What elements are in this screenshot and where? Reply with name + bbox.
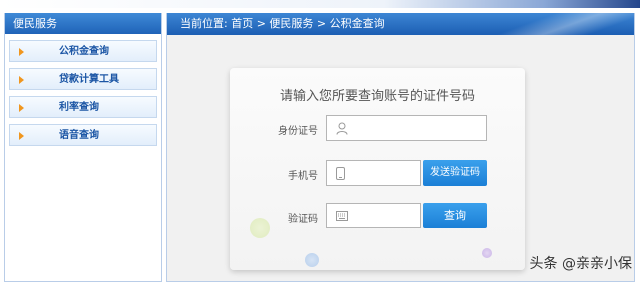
arrow-right-icon bbox=[19, 48, 24, 56]
mobile-phone-icon bbox=[336, 167, 345, 183]
arrow-right-icon bbox=[19, 132, 24, 140]
send-code-button[interactable]: 发送验证码 bbox=[423, 160, 487, 186]
verification-code-field[interactable] bbox=[326, 203, 421, 228]
user-icon bbox=[336, 122, 348, 138]
main-content: 当前位置: 首页 > 便民服务 > 公积金查询 请输入您所要查询账号的证件号码 … bbox=[166, 13, 635, 282]
phone-field[interactable] bbox=[326, 160, 421, 186]
sidebar: 便民服务 公积金查询 贷款计算工具 利率查询 语音查询 bbox=[4, 13, 162, 282]
header-decoration bbox=[464, 13, 634, 35]
sidebar-item-label: 公积金查询 bbox=[59, 46, 109, 57]
sidebar-item-interest-rate-query[interactable]: 利率查询 bbox=[9, 96, 157, 118]
sidebar-item-housing-fund-query[interactable]: 公积金查询 bbox=[9, 40, 157, 62]
form-title: 请输入您所要查询账号的证件号码 bbox=[279, 89, 475, 104]
id-number-field[interactable] bbox=[326, 115, 487, 141]
decorative-bubble bbox=[305, 253, 319, 267]
sidebar-item-label: 语音查询 bbox=[59, 130, 99, 141]
id-number-label: 身份证号 bbox=[278, 126, 318, 137]
phone-label: 手机号 bbox=[288, 171, 318, 182]
watermark-text: 头条 @亲亲小保 bbox=[529, 256, 632, 272]
sidebar-item-label: 利率查询 bbox=[59, 102, 99, 113]
arrow-right-icon bbox=[19, 76, 24, 84]
top-banner-strip bbox=[0, 0, 640, 8]
sidebar-item-voice-query[interactable]: 语音查询 bbox=[9, 124, 157, 146]
query-form-panel: 请输入您所要查询账号的证件号码 身份证号 手机号 发送验证码 验证码 查询 bbox=[230, 68, 525, 270]
breadcrumb-bar: 当前位置: 首页 > 便民服务 > 公积金查询 bbox=[167, 13, 634, 35]
query-button[interactable]: 查询 bbox=[423, 203, 487, 228]
decorative-bubble bbox=[482, 248, 492, 258]
verification-code-label: 验证码 bbox=[288, 214, 318, 225]
arrow-right-icon bbox=[19, 104, 24, 112]
sidebar-item-loan-calculator[interactable]: 贷款计算工具 bbox=[9, 68, 157, 90]
sidebar-title: 便民服务 bbox=[5, 13, 161, 34]
keyboard-icon bbox=[336, 211, 348, 224]
breadcrumb: 当前位置: 首页 > 便民服务 > 公积金查询 bbox=[180, 17, 385, 30]
sidebar-item-label: 贷款计算工具 bbox=[59, 74, 119, 85]
